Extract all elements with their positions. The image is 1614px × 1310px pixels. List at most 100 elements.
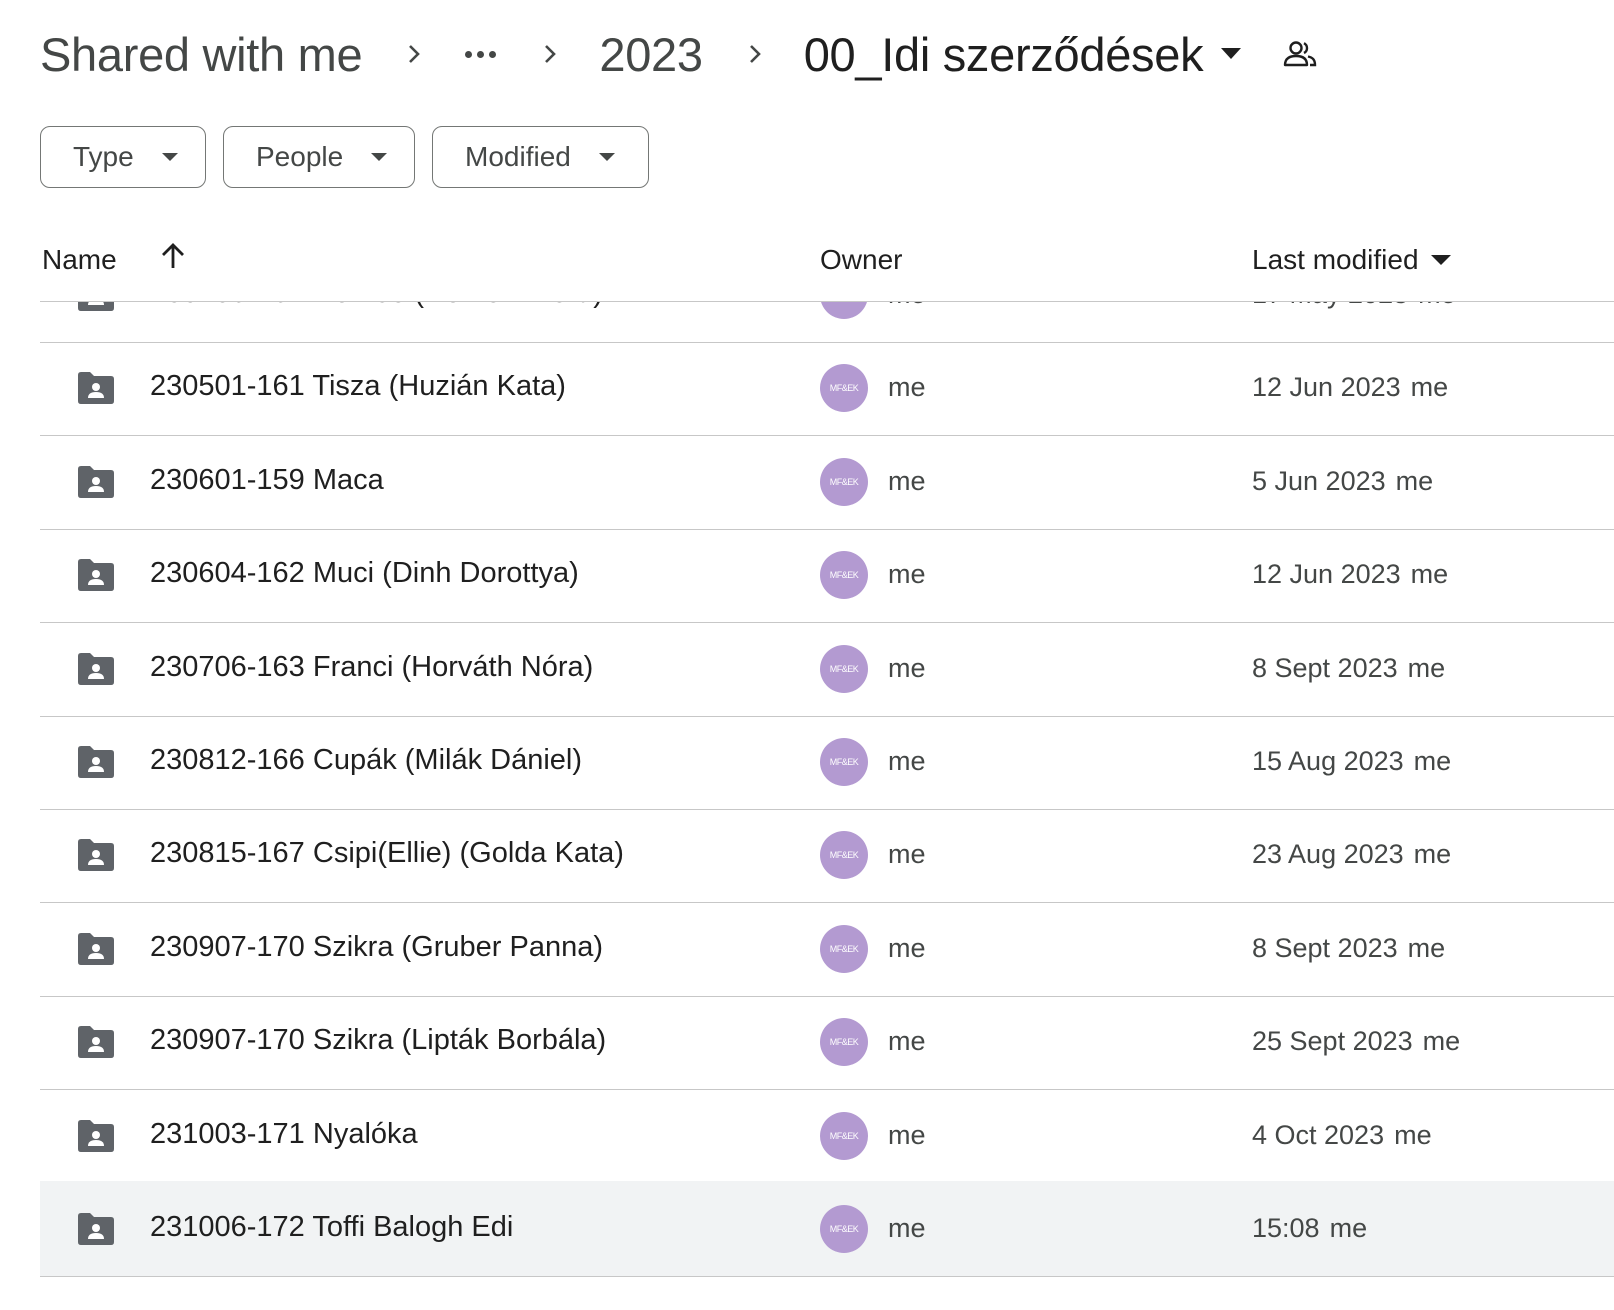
modified-date: 23 Aug 2023 — [1252, 839, 1404, 870]
filter-type-label: Type — [73, 141, 134, 172]
caret-down-icon — [1430, 255, 1451, 265]
chevron-right-icon — [538, 42, 562, 66]
modified-date: 17 May 2023 — [1252, 302, 1408, 309]
last-modified: 12 Jun 2023 me — [1252, 372, 1448, 403]
modified-by: me — [1407, 932, 1446, 963]
avatar: MF&EK — [820, 1018, 868, 1067]
file-name: 230812-166 Cupák (Milák Dániel) — [150, 744, 583, 776]
table-row[interactable]: 230706-163 Franci (Horváth Nóra) MF&EK me 8… — [40, 621, 1614, 717]
file-list: 230405-157 Romeo (Homoki Dóra)MF&EKme17 … — [40, 302, 1614, 1310]
file-name: 230405-157 Romeo (Homoki Dóra) — [150, 302, 603, 310]
filter-people-label: People — [256, 141, 344, 172]
modified-by: me — [1394, 1119, 1432, 1150]
last-modified: 8 Sept 2023 me — [1252, 933, 1445, 964]
modified-by: me — [1410, 559, 1449, 590]
owner-name: me — [888, 1213, 926, 1243]
modified-by: me — [1418, 302, 1456, 309]
chevron-right-icon — [402, 42, 426, 66]
modified-date: 8 Sept 2023 — [1252, 932, 1398, 963]
modified-date: 12 Jun 2023 — [1252, 559, 1401, 590]
table-row[interactable]: 230907-170 Szikra (Gruber Panna) MF&EK me 8… — [40, 901, 1614, 997]
shared-folder-icon — [76, 1118, 116, 1154]
avatar: MF&EK — [820, 644, 868, 693]
breadcrumb: Shared with me 2023 00_Idi szerződések — [40, 22, 1317, 86]
table-row[interactable]: 230405-157 Romeo (Homoki Dóra)MF&EKme17 … — [40, 302, 1614, 343]
modified-date: 4 Oct 2023 — [1252, 1119, 1385, 1150]
avatar: MF&EK — [820, 738, 868, 786]
column-header-owner: Owner — [820, 244, 903, 275]
modified-by: me — [1407, 652, 1446, 683]
file-name: 230604-162 Muci (Dinh Dorottya) — [150, 557, 579, 590]
more-path-icon[interactable] — [463, 50, 498, 58]
column-header-name[interactable]: Name — [42, 244, 117, 276]
modified-date: 5 Jun 2023 — [1252, 465, 1386, 496]
modified-by: me — [1413, 746, 1452, 776]
last-modified: 25 Sept 2023 me — [1252, 1026, 1460, 1057]
last-modified: 8 Sept 2023 me — [1252, 653, 1445, 684]
modified-by: me — [1395, 465, 1434, 496]
modified-date: 15:08 — [1252, 1213, 1320, 1243]
owner-name: me — [888, 652, 926, 683]
shared-folder-icon — [76, 370, 116, 406]
last-modified: 23 Aug 2023 me — [1252, 839, 1451, 870]
last-modified: 12 Jun 2023 me — [1252, 559, 1448, 590]
table-row[interactable]: 230812-166 Cupák (Milák Dániel) MF&EK me 15… — [40, 714, 1614, 810]
table-row[interactable]: 230601-159 Maca MF&EK me 5 Jun 2023 me — [40, 434, 1614, 530]
file-name: 230907-170 Szikra (Gruber Panna) — [150, 930, 603, 963]
owner-name: me — [888, 1119, 926, 1150]
owner-name: me — [888, 839, 926, 870]
column-header-last-modified-label: Last modified — [1252, 244, 1419, 275]
file-name: 230501-161 Tisza (Huzián Kata) — [150, 370, 566, 403]
shared-folder-icon — [76, 651, 116, 687]
table-row[interactable]: 230815-167 Csipi(Ellie) (Golda Kata) MF&E… — [40, 807, 1614, 904]
shared-folder-icon — [76, 464, 116, 500]
file-name: 230601-159 Maca — [150, 463, 384, 496]
last-modified: 5 Jun 2023 me — [1252, 466, 1433, 497]
table-row[interactable]: 230501-161 Tisza (Huzián Kata) MF&EK me 12 … — [40, 340, 1614, 437]
shared-folder-icon — [76, 302, 116, 313]
avatar: MF&EK — [820, 302, 868, 319]
avatar: MF&EK — [820, 1111, 868, 1160]
caret-down-icon — [598, 153, 615, 161]
avatar: MF&EK — [820, 551, 868, 600]
breadcrumb-year[interactable]: 2023 — [599, 27, 703, 82]
file-name: 230815-167 Csipi(Ellie) (Golda Kata) — [150, 837, 624, 870]
filter-people-chip[interactable]: People — [223, 126, 415, 188]
modified-date: 25 Sept 2023 — [1252, 1026, 1413, 1057]
filter-modified-chip[interactable]: Modified — [432, 126, 649, 188]
owner-name: me — [888, 465, 926, 496]
owner-name: me — [888, 302, 926, 310]
last-modified: 17 May 2023 me — [1252, 302, 1456, 310]
table-row[interactable]: 230604-162 Muci (Dinh Dorottya) MF&EK me 12… — [40, 527, 1614, 624]
file-name: 231003-171 Nyalóka — [150, 1117, 418, 1150]
table-header: Name Owner Last modified — [40, 222, 1614, 302]
avatar: MF&EK — [820, 457, 868, 506]
file-name: 230706-163 Franci (Horváth Nóra) — [150, 650, 594, 683]
caret-down-icon — [371, 153, 388, 161]
modified-date: 8 Sept 2023 — [1252, 652, 1398, 683]
avatar: MF&EK — [820, 831, 868, 880]
owner-name: me — [888, 559, 926, 590]
breadcrumb-current-folder[interactable]: 00_Idi szerződések — [804, 27, 1204, 82]
last-modified: 15:08 me — [1252, 1213, 1367, 1244]
caret-down-icon — [161, 153, 178, 161]
shared-folder-icon — [76, 1024, 116, 1060]
shared-folder-icon — [76, 557, 116, 593]
table-row[interactable]: 231006-172 Toffi Balogh Edi MF&EK me 15:08 m… — [40, 1181, 1614, 1277]
column-header-last-modified[interactable]: Last modified — [1252, 244, 1451, 276]
breadcrumb-shared-with-me[interactable]: Shared with me — [40, 27, 363, 82]
sort-ascending-icon[interactable] — [160, 242, 186, 275]
last-modified: 15 Aug 2023 me — [1252, 746, 1451, 777]
modified-date: 15 Aug 2023 — [1252, 746, 1404, 776]
owner-name: me — [888, 932, 926, 963]
table-row[interactable]: 230907-170 Szikra (Lipták Borbála) MF&EK m… — [40, 994, 1614, 1091]
shared-people-icon[interactable] — [1283, 40, 1317, 68]
file-name: 230907-170 Szikra (Lipták Borbála) — [150, 1024, 607, 1057]
table-row[interactable]: 231003-171 Nyalóka MF&EK me 4 Oct 2023 me — [40, 1088, 1614, 1184]
avatar: MF&EK — [820, 924, 868, 973]
filter-type-chip[interactable]: Type — [40, 126, 206, 188]
modified-date: 12 Jun 2023 — [1252, 372, 1401, 403]
caret-down-icon[interactable] — [1221, 48, 1242, 60]
owner-name: me — [888, 746, 926, 776]
modified-by: me — [1413, 839, 1452, 870]
